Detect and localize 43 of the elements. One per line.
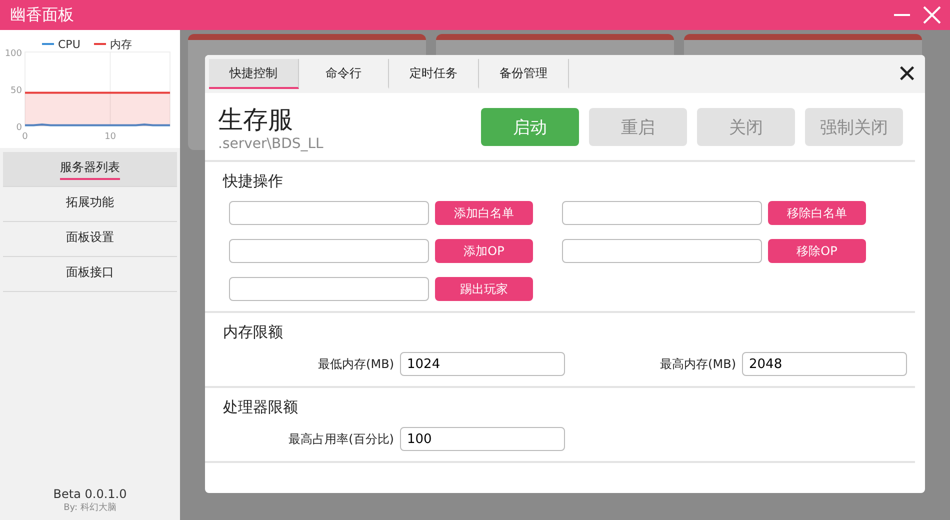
- legend-item: CPU: [42, 38, 80, 51]
- section-title: 内存限额: [223, 323, 284, 342]
- axis-label: 100: [4, 49, 22, 59]
- tab[interactable]: 备份管理: [479, 59, 569, 89]
- tab[interactable]: 命令行: [299, 59, 389, 89]
- server-name: 生存服: [218, 104, 294, 136]
- sidebar-item[interactable]: 服务器列表: [3, 152, 177, 187]
- sidebar-item[interactable]: 拓展功能: [3, 187, 177, 222]
- axis-label: 10: [104, 132, 116, 142]
- legend-label: CPU: [58, 38, 80, 51]
- section-title: 处理器限额: [223, 398, 299, 417]
- close-icon[interactable]: [922, 5, 942, 25]
- close-button[interactable]: ✕: [889, 55, 925, 93]
- section-title: 快捷操作: [223, 172, 284, 191]
- input-field[interactable]: [562, 239, 762, 263]
- server-path: .server\BDS_LL: [218, 136, 324, 152]
- input-field[interactable]: [229, 239, 429, 263]
- window-title: 幽香面板: [10, 4, 75, 26]
- axis-label: 0: [16, 123, 22, 133]
- sidebar-item[interactable]: 面板接口: [3, 257, 177, 292]
- field-label: 最高内存(MB): [660, 356, 736, 372]
- tab[interactable]: 快捷控制: [209, 59, 299, 89]
- field-label: 最低内存(MB): [318, 356, 394, 372]
- legend-label: 内存: [110, 38, 132, 51]
- axis-label: 0: [22, 132, 28, 142]
- legend-item: 内存: [94, 38, 132, 51]
- tab[interactable]: 定时任务: [389, 59, 479, 89]
- quick-action-button[interactable]: 添加白名单: [435, 201, 533, 225]
- input-field[interactable]: [229, 201, 429, 225]
- quick-action-button[interactable]: 踢出玩家: [435, 277, 533, 301]
- field-label: 最高占用率(百分比): [288, 430, 394, 448]
- author-label: By: 科幻大脑: [64, 502, 116, 514]
- version-label: Beta 0.0.1.0: [53, 487, 127, 501]
- input-field[interactable]: 2048: [742, 352, 907, 376]
- input-field[interactable]: 1024: [400, 352, 565, 376]
- input-field[interactable]: 100: [400, 427, 565, 451]
- quick-action-button[interactable]: 移除OP: [768, 239, 866, 263]
- input-field[interactable]: [562, 201, 762, 225]
- quick-action-button[interactable]: 移除白名单: [768, 201, 866, 225]
- sidebar-item[interactable]: 面板设置: [3, 222, 177, 257]
- axis-label: 50: [10, 86, 22, 96]
- quick-action-button[interactable]: 添加OP: [435, 239, 533, 263]
- input-field[interactable]: [229, 277, 429, 301]
